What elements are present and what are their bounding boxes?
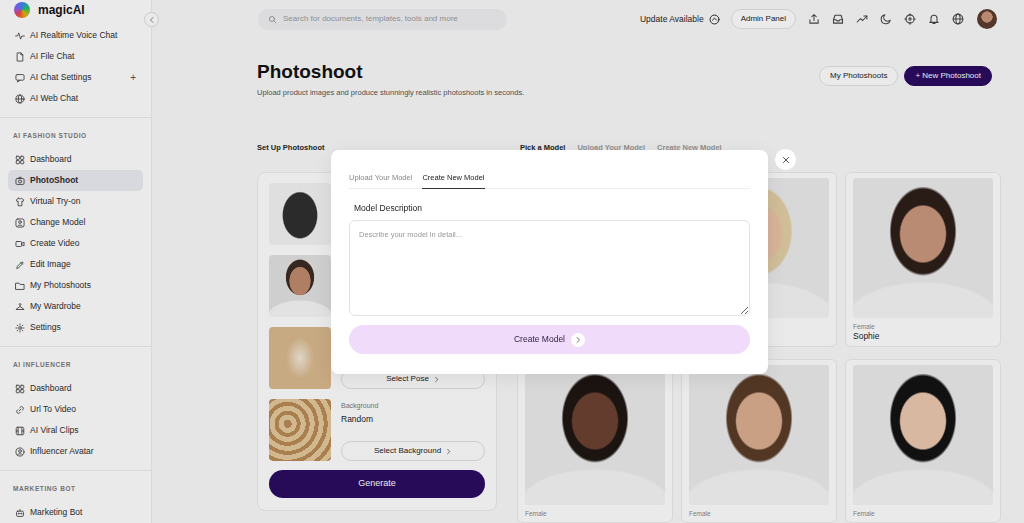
chevron-right-icon bbox=[571, 333, 585, 347]
close-button[interactable] bbox=[775, 149, 796, 170]
dialog-tab[interactable]: Create New Model bbox=[422, 172, 484, 189]
create-model-button[interactable]: Create Model bbox=[349, 325, 750, 354]
create-model-dialog: Upload Your Model Create New Model Model D… bbox=[331, 150, 768, 374]
dialog-tab[interactable]: Upload Your Model bbox=[349, 172, 412, 189]
field-label: Model Description bbox=[349, 203, 750, 213]
close-icon bbox=[781, 155, 791, 165]
model-description-input[interactable] bbox=[349, 220, 750, 316]
button-label[interactable]: Create Model bbox=[514, 333, 565, 346]
dialog-tabs: Upload Your Model Create New Model bbox=[349, 172, 750, 189]
